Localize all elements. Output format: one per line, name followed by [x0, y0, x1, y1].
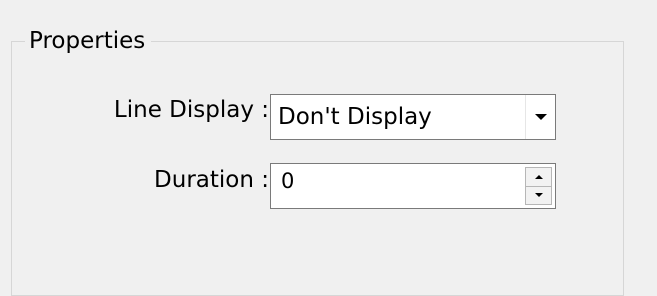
line-display-label: Line Display : — [113, 97, 269, 123]
arrow-up-icon — [534, 174, 543, 179]
line-display-combobox[interactable]: Don't Display — [270, 94, 556, 140]
chevron-down-icon — [534, 114, 547, 120]
spin-up-button[interactable] — [525, 167, 552, 187]
groupbox-title: Properties — [25, 24, 152, 58]
spin-buttons — [525, 164, 555, 208]
duration-input[interactable]: 0 — [271, 164, 525, 208]
duration-spinbox[interactable]: 0 — [270, 163, 556, 209]
duration-label: Duration : — [154, 167, 269, 193]
spin-down-button[interactable] — [525, 186, 552, 205]
arrow-down-icon — [534, 193, 543, 198]
dropdown-button[interactable] — [525, 95, 555, 139]
line-display-value: Don't Display — [278, 104, 432, 130]
